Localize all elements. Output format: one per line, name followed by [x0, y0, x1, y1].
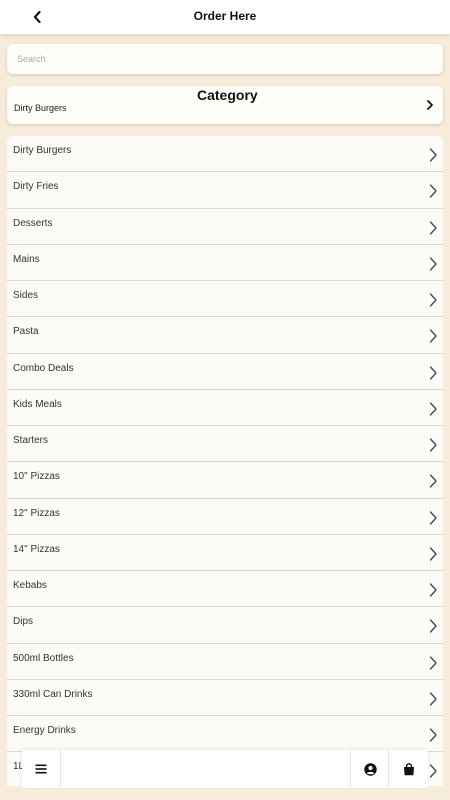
chevron-right-icon: [429, 692, 437, 706]
category-item-label: Mains: [13, 253, 40, 265]
chevron-right-icon: [429, 402, 437, 416]
chevron-right-icon: [429, 365, 437, 380]
top-bar: Order Here: [0, 0, 450, 34]
chevron-right-icon: [429, 764, 437, 778]
category-list-item[interactable]: Dirty Fries: [7, 172, 443, 209]
category-list-item[interactable]: Dirty Burgers: [7, 136, 443, 173]
category-list-item[interactable]: 12" Pizzas: [7, 498, 443, 535]
account-button[interactable]: [350, 750, 389, 788]
account-circle-icon: [363, 762, 377, 776]
category-item-label: 330ml Can Drinks: [13, 688, 93, 700]
category-list-item[interactable]: Starters: [7, 426, 443, 463]
chevron-right-icon: [429, 329, 437, 343]
chevron-right-icon: [429, 220, 437, 235]
category-list-item[interactable]: Kebabs: [7, 571, 443, 608]
chevron-right-icon: [429, 619, 437, 633]
category-list-item[interactable]: 500ml Bottles: [7, 643, 443, 680]
category-list-item[interactable]: Energy Drinks: [7, 716, 443, 753]
bottom-navigation-bar: [22, 750, 428, 788]
menu-button[interactable]: [22, 750, 61, 788]
category-item-label: 500ml Bottles: [13, 652, 74, 664]
category-item-label: Desserts: [13, 217, 53, 229]
category-item-label: Energy Drinks: [13, 725, 76, 736]
category-item-label: Sides: [13, 290, 39, 301]
category-selected-value: Dirty Burgers: [14, 103, 67, 113]
category-list-item[interactable]: Desserts: [7, 208, 443, 245]
chevron-right-icon: [429, 257, 437, 271]
cart-button[interactable]: [388, 750, 429, 788]
category-item-label: 14" Pizzas: [13, 543, 60, 555]
chevron-right-icon: [429, 728, 437, 742]
category-list: Dirty Burgers Dirty Fries Desserts Mains Sid…: [7, 136, 443, 786]
category-item-label: Pasta: [13, 326, 39, 338]
shopping-bag-icon: [404, 762, 414, 775]
chevron-right-icon: [429, 184, 437, 198]
category-list-item[interactable]: 10" Pizzas: [7, 462, 443, 499]
chevron-right-icon: [429, 293, 437, 307]
chevron-right-icon: [429, 148, 437, 162]
category-list-item[interactable]: 330ml Can Drinks: [7, 679, 443, 716]
bottom-spacer: [0, 788, 450, 800]
category-list-item[interactable]: 14" Pizzas: [7, 534, 443, 571]
category-item-label: Dips: [13, 616, 34, 628]
category-item-label: Kebabs: [13, 580, 47, 591]
chevron-right-icon: [429, 583, 437, 597]
chevron-right-icon: [429, 474, 437, 488]
category-item-label: Kids Meals: [13, 398, 62, 410]
hamburger-menu-icon: [35, 764, 47, 774]
category-heading: Category: [197, 87, 258, 103]
chevron-right-icon: [429, 547, 437, 561]
category-list-item[interactable]: Kids Meals: [7, 389, 443, 426]
category-item-label: Starters: [13, 435, 49, 446]
search-input[interactable]: [7, 44, 443, 74]
category-list-item[interactable]: Pasta: [7, 317, 443, 354]
category-item-label: 12" Pizzas: [13, 507, 60, 519]
category-list-item[interactable]: Mains: [7, 244, 443, 281]
chevron-right-icon: [427, 100, 433, 110]
category-item-label: Dirty Burgers: [13, 145, 72, 156]
chevron-right-icon: [429, 655, 437, 670]
page-title: Order Here: [193, 9, 257, 23]
category-list-item[interactable]: Sides: [7, 281, 443, 318]
category-select[interactable]: Category Dirty Burgers: [7, 86, 443, 124]
chevron-right-icon: [429, 510, 437, 525]
category-list-item[interactable]: Combo Deals: [7, 353, 443, 390]
category-list-item[interactable]: Dips: [7, 607, 443, 644]
category-item-label: Dirty Fries: [13, 181, 59, 193]
category-item-label: 10" Pizzas: [13, 471, 60, 483]
chevron-right-icon: [429, 438, 437, 452]
category-item-label: Combo Deals: [13, 362, 74, 374]
